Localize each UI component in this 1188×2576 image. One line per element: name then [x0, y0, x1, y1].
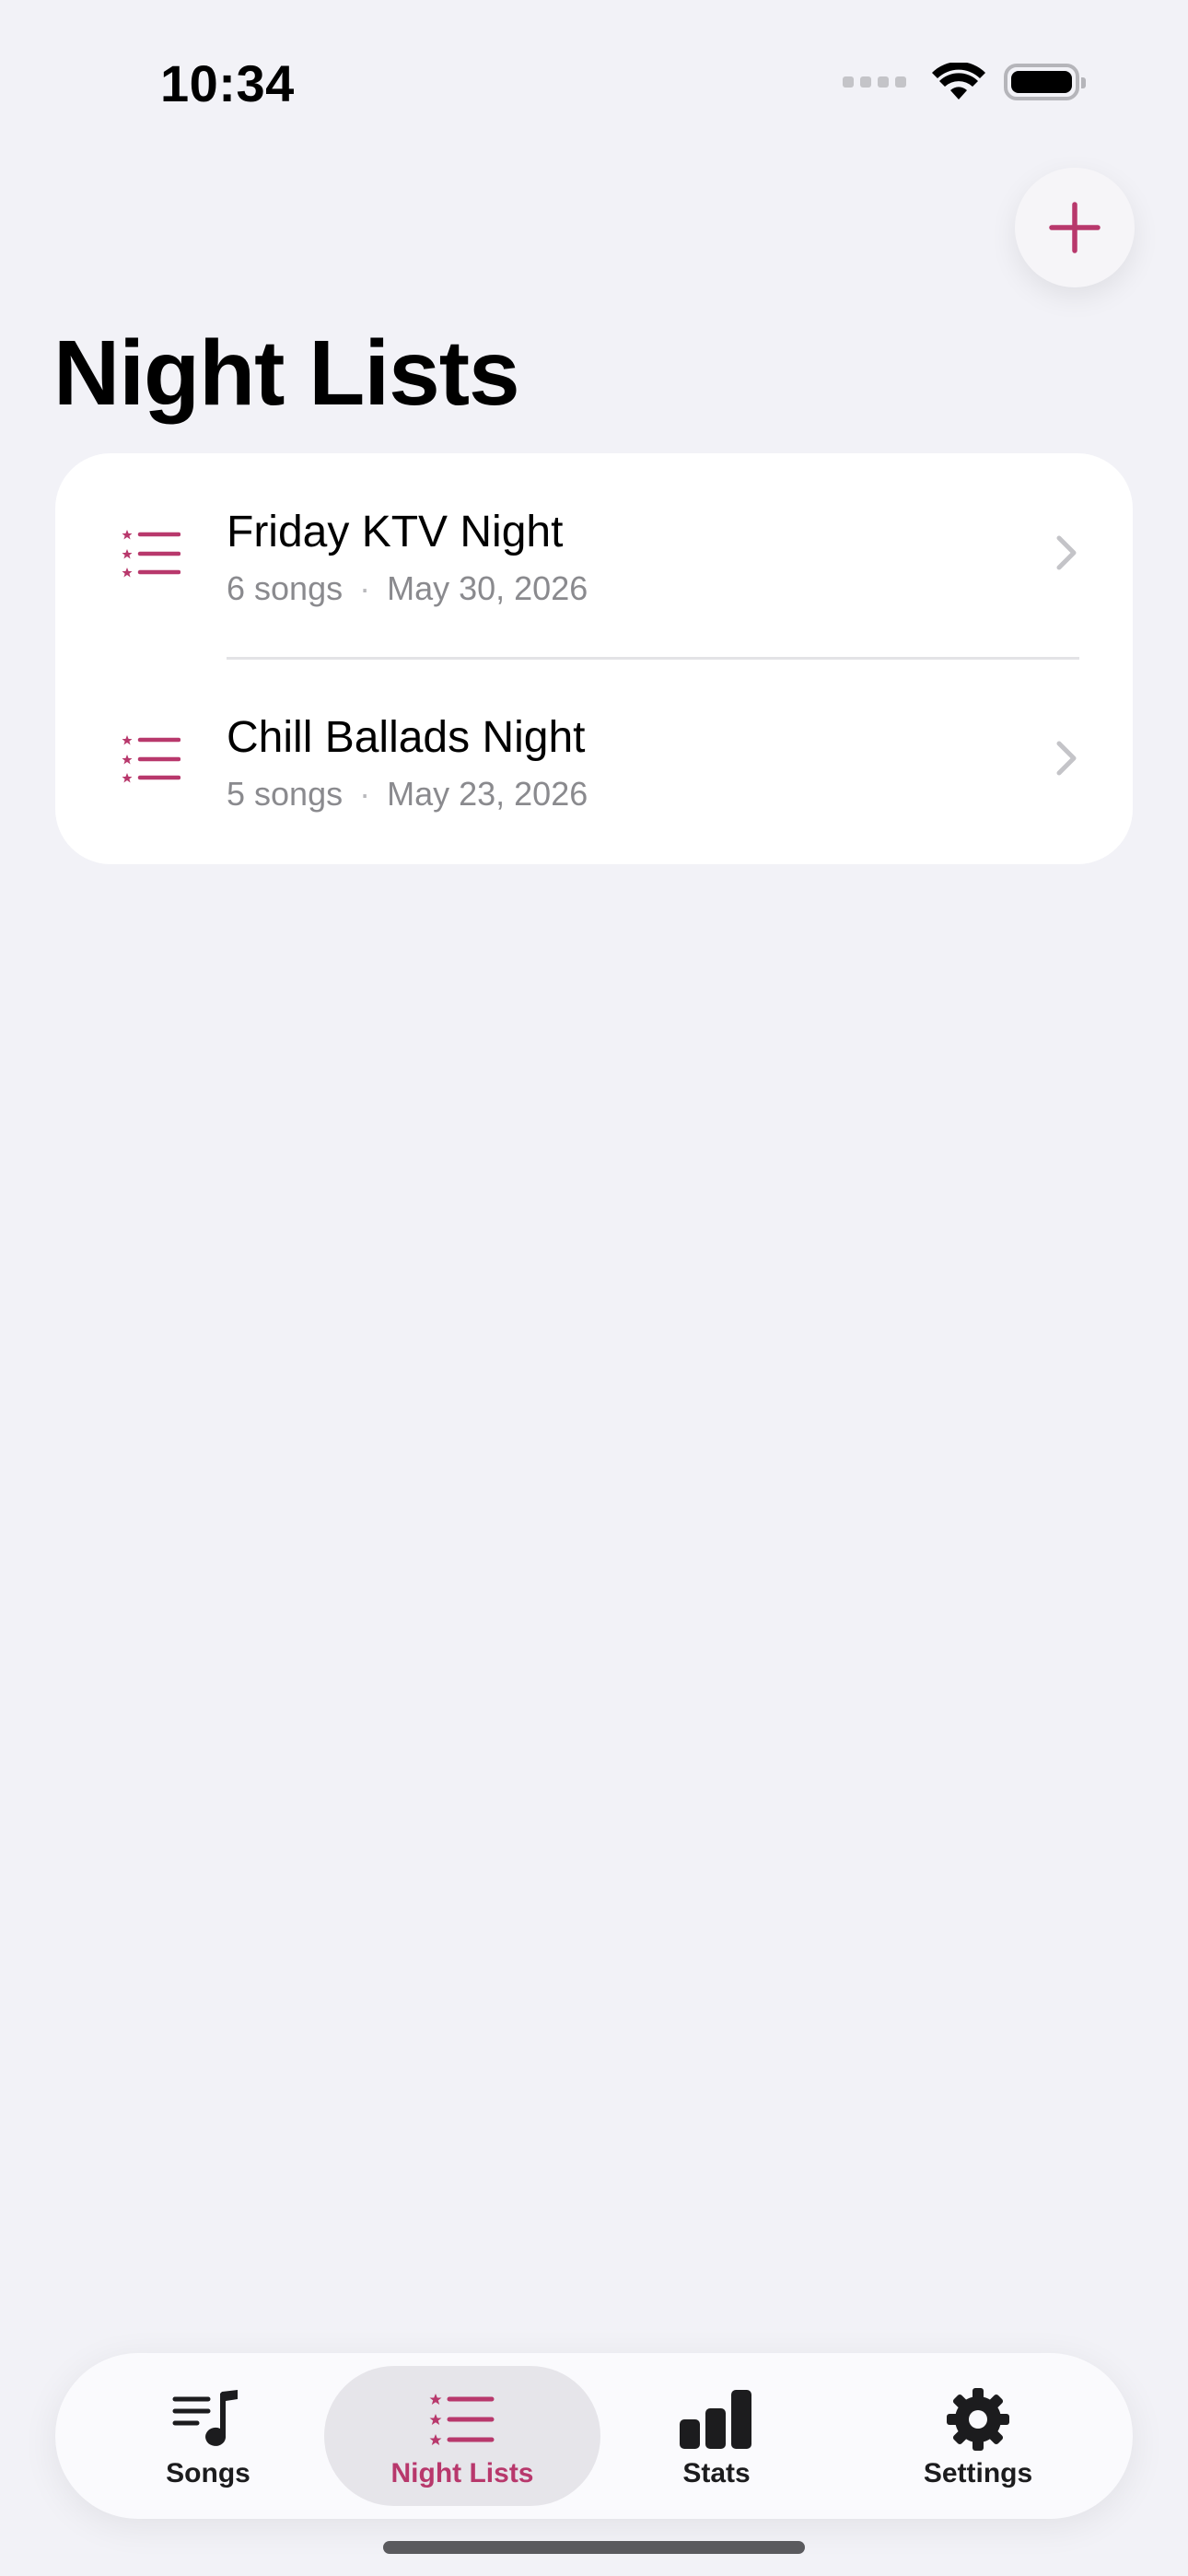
- add-list-button[interactable]: [1015, 168, 1135, 287]
- tab-songs[interactable]: Songs: [70, 2366, 346, 2506]
- tab-label: Night Lists: [390, 2458, 534, 2488]
- night-lists-card: Friday KTV Night 6 songs · May 30, 2026 Ch…: [55, 453, 1133, 864]
- tab-stats[interactable]: Stats: [578, 2366, 855, 2506]
- list-title: Friday KTV Night: [227, 508, 564, 556]
- tab-settings[interactable]: Settings: [840, 2366, 1116, 2506]
- meta-separator: ·: [359, 775, 371, 813]
- status-icons: [843, 63, 1086, 101]
- tab-label: Songs: [166, 2458, 250, 2488]
- tab-label: Settings: [923, 2458, 1033, 2488]
- cellular-signal-icon: [843, 76, 906, 88]
- list-star-icon: [122, 530, 181, 578]
- status-time: 10:34: [160, 54, 295, 112]
- list-star-icon: [122, 735, 181, 783]
- list-item[interactable]: Friday KTV Night 6 songs · May 30, 2026: [55, 453, 1133, 660]
- gear-icon: [947, 2388, 1009, 2451]
- list-item[interactable]: Chill Ballads Night 5 songs · May 23, 2026: [55, 659, 1133, 864]
- chevron-right-icon: [1056, 535, 1077, 570]
- status-bar: 10:34: [0, 0, 1188, 175]
- list-date: May 23, 2026: [387, 775, 588, 813]
- list-date: May 30, 2026: [387, 569, 588, 607]
- bar-chart-icon: [680, 2390, 751, 2449]
- tab-label: Stats: [682, 2458, 751, 2488]
- plus-icon: [1049, 202, 1101, 253]
- wifi-icon: [932, 63, 985, 100]
- meta-separator: ·: [359, 569, 371, 607]
- chevron-right-icon: [1056, 741, 1077, 776]
- list-star-icon: [429, 2394, 495, 2445]
- battery-icon: [1004, 64, 1086, 100]
- song-count: 6 songs: [227, 569, 344, 607]
- list-meta: 6 songs · May 30, 2026: [227, 569, 588, 608]
- tab-night-lists[interactable]: Night Lists: [324, 2366, 600, 2506]
- list-meta: 5 songs · May 23, 2026: [227, 775, 588, 814]
- tab-bar: Songs Night Lists Stats Settings: [55, 2353, 1133, 2519]
- home-indicator[interactable]: [383, 2541, 805, 2554]
- music-list-icon: [172, 2390, 238, 2446]
- song-count: 5 songs: [227, 775, 344, 813]
- page-title: Night Lists: [53, 322, 520, 425]
- list-title: Chill Ballads Night: [227, 713, 586, 762]
